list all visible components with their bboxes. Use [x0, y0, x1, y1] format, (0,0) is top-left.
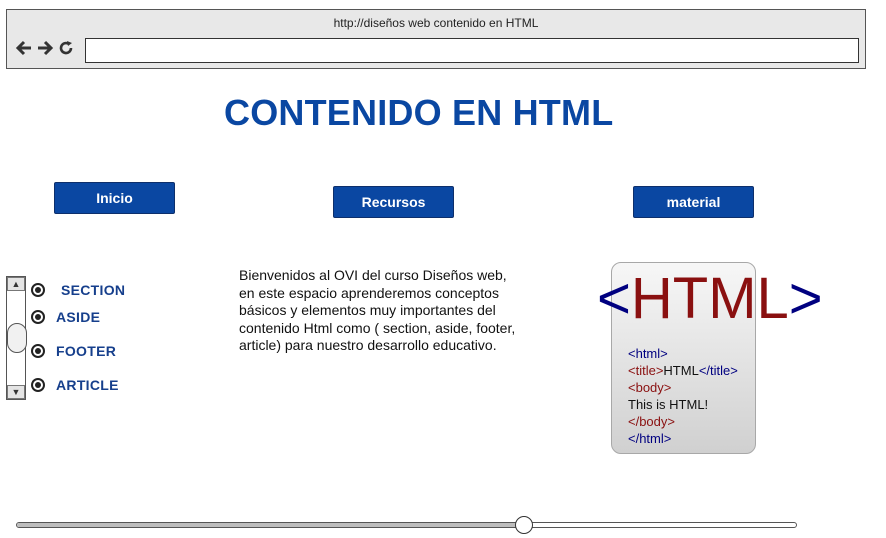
logo-open-bracket: <	[597, 266, 631, 331]
radio-section[interactable]	[31, 283, 45, 297]
address-bar[interactable]	[85, 38, 859, 63]
slider-thumb[interactable]	[514, 516, 533, 534]
html-logo-text: <HTML>	[597, 268, 823, 330]
scroll-down-arrow-icon[interactable]: ▼	[7, 385, 25, 399]
recursos-button[interactable]: Recursos	[333, 186, 454, 218]
code-line: <body>	[628, 380, 672, 395]
reload-icon[interactable]	[56, 40, 75, 60]
page-title: CONTENIDO EN HTML	[224, 92, 614, 133]
material-button[interactable]: material	[633, 186, 754, 218]
code-line: <html>	[628, 346, 668, 361]
vertical-scrollbar[interactable]: ▲ ▼	[6, 276, 27, 400]
radio-label-section: SECTION	[61, 282, 126, 298]
scroll-thumb[interactable]	[7, 323, 27, 353]
intro-paragraph: Bienvenidos al OVI del curso Diseños web…	[239, 267, 516, 353]
radio-aside[interactable]	[31, 310, 45, 324]
radio-label-footer: FOOTER	[56, 343, 117, 359]
scroll-up-arrow-icon[interactable]: ▲	[7, 277, 25, 291]
horizontal-slider-track[interactable]	[16, 522, 797, 528]
browser-window: http://diseños web contenido en HTML	[6, 9, 866, 69]
code-line: </html>	[628, 431, 672, 446]
forward-arrow-icon[interactable]	[35, 40, 54, 60]
logo-word: HTML	[630, 266, 789, 331]
html-code-sample: <html> <title>HTML</title> <body> This i…	[628, 345, 738, 447]
radio-footer[interactable]	[31, 344, 45, 358]
logo-close-bracket: >	[788, 266, 823, 331]
back-arrow-icon[interactable]	[14, 40, 33, 60]
inicio-button[interactable]: Inicio	[54, 182, 175, 214]
radio-label-article: ARTICLE	[56, 377, 119, 393]
slider-fill	[17, 523, 525, 527]
browser-title: http://diseños web contenido en HTML	[333, 16, 539, 30]
nav-controls	[14, 40, 75, 60]
code-line: This is HTML!	[628, 397, 709, 412]
radio-label-aside: ASIDE	[56, 309, 101, 325]
code-line: <title>HTML</title>	[628, 363, 738, 378]
code-line: </body>	[628, 414, 675, 429]
radio-article[interactable]	[31, 378, 45, 392]
